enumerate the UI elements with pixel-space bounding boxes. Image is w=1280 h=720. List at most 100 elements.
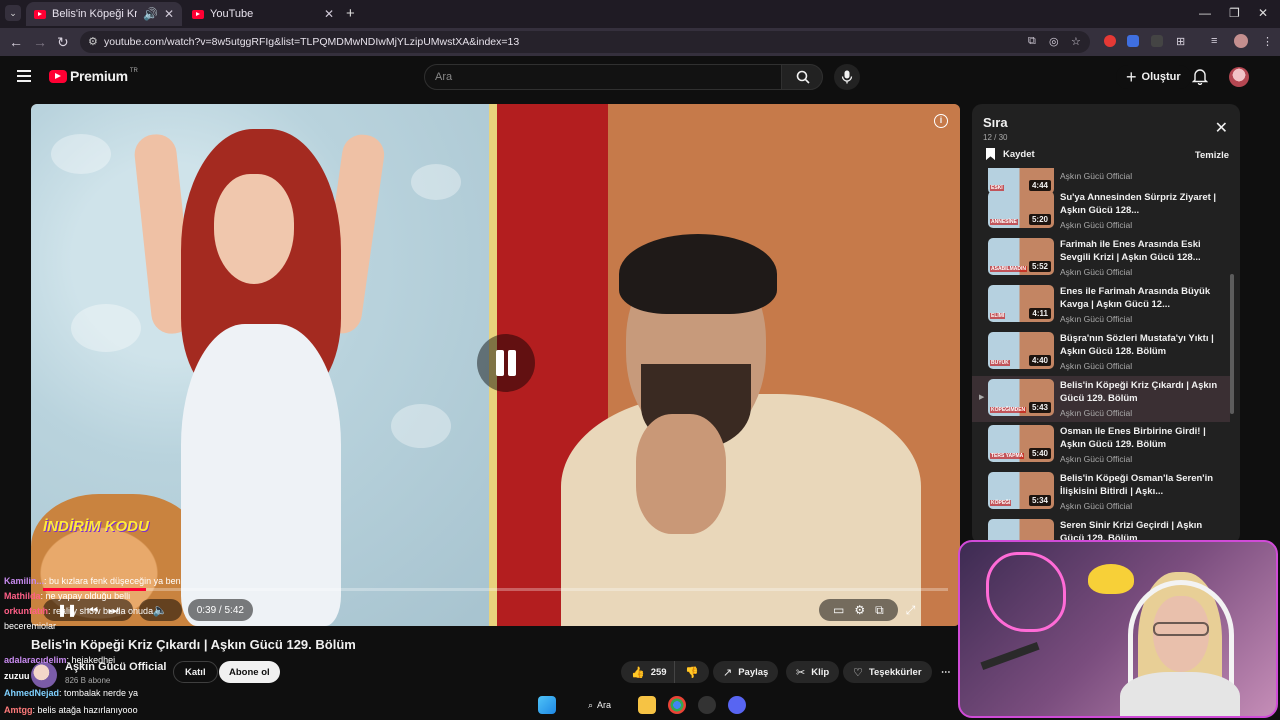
miniplayer-icon[interactable]: ⧉ xyxy=(875,603,884,618)
save-queue-button[interactable]: Kaydet xyxy=(986,148,1035,160)
queue-item-channel: Aşkın Gücü Official xyxy=(1060,314,1133,324)
queue-thumbnail[interactable]: ELİMİ 4:11 xyxy=(988,285,1054,322)
close-queue-icon[interactable]: ✕ xyxy=(1215,118,1228,138)
restore-icon[interactable]: ❐ xyxy=(1229,6,1240,20)
minimize-icon[interactable]: — xyxy=(1199,6,1211,20)
file-explorer-icon[interactable] xyxy=(638,696,656,714)
join-button[interactable]: Katıl xyxy=(173,661,218,683)
subtitles-icon[interactable]: ▭ xyxy=(833,603,844,617)
close-tab-icon[interactable]: ✕ xyxy=(164,7,174,21)
queue-item[interactable]: ▶ KÖPEĞİMDEN 5:43 Belis'in Köpeği Kriz Çıka… xyxy=(972,376,1230,422)
queue-item[interactable]: ASABILMADIN 5:52 Farimah ile Enes Arasında… xyxy=(972,235,1230,281)
browser-tab-youtube[interactable]: YouTube ✕ xyxy=(184,2,342,26)
queue-thumbnail[interactable]: KÖPEĞİMDEN 5:43 xyxy=(988,379,1054,416)
queue-item-title: Belis'in Köpeği Osman'la Seren'in İlişki… xyxy=(1060,473,1214,497)
more-actions-icon[interactable]: ⋯ xyxy=(935,661,957,683)
discord-icon[interactable] xyxy=(728,696,746,714)
chrome-icon[interactable] xyxy=(668,696,686,714)
more-menu-icon[interactable]: ⋮ xyxy=(1262,35,1273,48)
thumbs-up-icon: 👍 xyxy=(631,666,645,679)
microphone-icon xyxy=(841,70,853,84)
profile-avatar-icon[interactable] xyxy=(1234,34,1248,48)
voice-search-button[interactable] xyxy=(834,64,860,90)
address-bar[interactable]: ⚙ youtube.com/watch?v=8w5utggRFIg&list=T… xyxy=(80,31,1090,53)
install-app-icon[interactable]: ⧉ xyxy=(1028,35,1036,48)
clear-queue-button[interactable]: Temizle xyxy=(1195,150,1229,161)
volume-icon: 🔈 xyxy=(152,603,168,617)
player-right-controls: ▭ ⚙ ⧉ ⤢ xyxy=(819,599,920,621)
pause-overlay-icon[interactable] xyxy=(477,334,535,392)
close-window-icon[interactable]: ✕ xyxy=(1258,6,1268,20)
queue-item-channel: Aşkın Gücü Official xyxy=(1060,454,1133,464)
eye-off-icon[interactable]: ◎ xyxy=(1049,35,1059,48)
like-button[interactable]: 👍 259 xyxy=(621,661,675,683)
notifications-button[interactable] xyxy=(1191,68,1209,90)
queue-item-title: Farimah ile Enes Arasında Eski Sevgili K… xyxy=(1060,239,1201,263)
share-button[interactable]: ↗ Paylaş xyxy=(713,661,779,683)
audio-icon[interactable]: 🔊 xyxy=(143,7,158,21)
queue-thumbnail[interactable]: ANNESİNE 5:20 xyxy=(988,191,1054,228)
thumbnail-caption: TERS YAPMA xyxy=(990,453,1025,459)
media-control-icon[interactable]: ≡ xyxy=(1211,35,1217,47)
extension-audio-icon[interactable] xyxy=(1127,35,1139,47)
queue-thumbnail[interactable]: KÖPEĞİ 5:34 xyxy=(988,472,1054,509)
queue-scrollbar[interactable] xyxy=(1230,274,1234,414)
queue-thumbnail[interactable]: TERS YAPMA 5:40 xyxy=(988,425,1054,462)
back-arrow-icon[interactable]: ← xyxy=(9,34,23,50)
chat-text: : hejakedhei xyxy=(66,655,116,665)
youtube-favicon-icon xyxy=(192,9,204,19)
dislike-button[interactable]: 👎 xyxy=(674,661,709,683)
thumbnail-caption: ANNESİNE xyxy=(990,219,1018,225)
chat-message: Mathilda: ne yapay olduğu belli xyxy=(4,591,130,601)
time-display: 0:39 / 5:42 xyxy=(187,599,253,621)
queue-title: Sıra xyxy=(983,115,1008,130)
search-button[interactable] xyxy=(781,64,823,90)
thanks-button[interactable]: ♡ Teşekkürler xyxy=(843,661,932,683)
taskbar-search[interactable]: ⌕ Ara xyxy=(582,696,617,714)
youtube-logo[interactable]: Premium TR xyxy=(49,68,138,84)
queue-item-title: Enes ile Farimah Arasında Büyük Kavga | … xyxy=(1060,286,1211,310)
search-placeholder: Ara xyxy=(435,71,453,83)
channel-avatar[interactable] xyxy=(31,662,57,688)
duration-badge: 4:40 xyxy=(1028,355,1051,366)
menu-hamburger-icon[interactable] xyxy=(17,70,31,82)
tab-search-button[interactable]: ⌄ xyxy=(5,5,21,21)
subscribe-button[interactable]: Abone ol xyxy=(219,661,280,683)
fullscreen-icon[interactable]: ⤢ xyxy=(906,603,916,618)
queue-item[interactable]: KÖPEĞİ 5:34 Belis'in Köpeği Osman'la Seren… xyxy=(972,469,1230,515)
new-tab-button[interactable]: + xyxy=(346,5,355,22)
bookmark-star-icon[interactable]: ☆ xyxy=(1071,35,1081,48)
chat-text: : bu kızlara fenk düşeceğin ya ben xyxy=(44,576,181,586)
create-button[interactable]: + Oluştur xyxy=(1116,65,1191,89)
search-input[interactable]: Ara xyxy=(424,64,782,90)
queue-item[interactable]: ANNESİNE 5:20 Su'ya Annesinden Sürpriz Ziy… xyxy=(972,188,1230,234)
browser-tab-active[interactable]: Belis'in Köpeği Kriz Çıkardı 🔊 ✕ xyxy=(26,2,182,26)
obs-icon[interactable] xyxy=(698,696,716,714)
account-avatar[interactable] xyxy=(1229,67,1249,87)
extension-icon[interactable] xyxy=(1151,35,1163,47)
queue-item[interactable]: TERS YAPMA 5:40 Osman ile Enes Birbirine G… xyxy=(972,422,1230,468)
duration-badge: 5:34 xyxy=(1028,495,1051,506)
progress-bar[interactable] xyxy=(43,588,948,591)
thumbnail-caption: ASABILMADIN xyxy=(990,266,1027,272)
chat-message: Kamilin...: bu kızlara fenk düşeceğin ya… xyxy=(4,576,181,586)
share-arrow-icon: ↗ xyxy=(723,666,733,679)
reload-icon[interactable]: ↻ xyxy=(57,34,69,51)
chat-message: Amtgg: belis atağa hazırlanıyooo xyxy=(4,705,138,715)
queue-thumbnail[interactable]: ASABILMADIN 5:52 xyxy=(988,238,1054,275)
forward-arrow-icon[interactable]: → xyxy=(33,34,47,50)
queue-thumbnail[interactable]: BUYUK 4:40 xyxy=(988,332,1054,369)
start-windows-icon[interactable] xyxy=(538,696,556,714)
site-info-icon[interactable]: ⚙ xyxy=(88,35,98,48)
close-tab-icon[interactable]: ✕ xyxy=(324,7,334,21)
clip-button[interactable]: ✂ Klip xyxy=(786,661,840,683)
queue-item[interactable]: ELİMİ 4:11 Enes ile Farimah Arasında Büyük… xyxy=(972,282,1230,328)
settings-gear-icon[interactable]: ⚙ xyxy=(854,603,865,617)
extension-record-icon[interactable] xyxy=(1104,35,1116,47)
extensions-puzzle-icon[interactable]: ⊞ xyxy=(1176,35,1185,48)
info-icon[interactable]: i xyxy=(934,114,948,128)
video-player[interactable]: i İNDİRİM KODU ❚❚ ⏮ ⏭ 🔈 0:39 / 5:42 ▭ ⚙ … xyxy=(31,104,960,626)
queue-item[interactable]: BUYUK 4:40 Büşra'nın Sözleri Mustafa'yı Yı… xyxy=(972,329,1230,375)
chat-message: AhmedNejad: tombalak nerde ya xyxy=(4,688,138,698)
chat-text: : ne yapay olduğu belli xyxy=(40,591,131,601)
